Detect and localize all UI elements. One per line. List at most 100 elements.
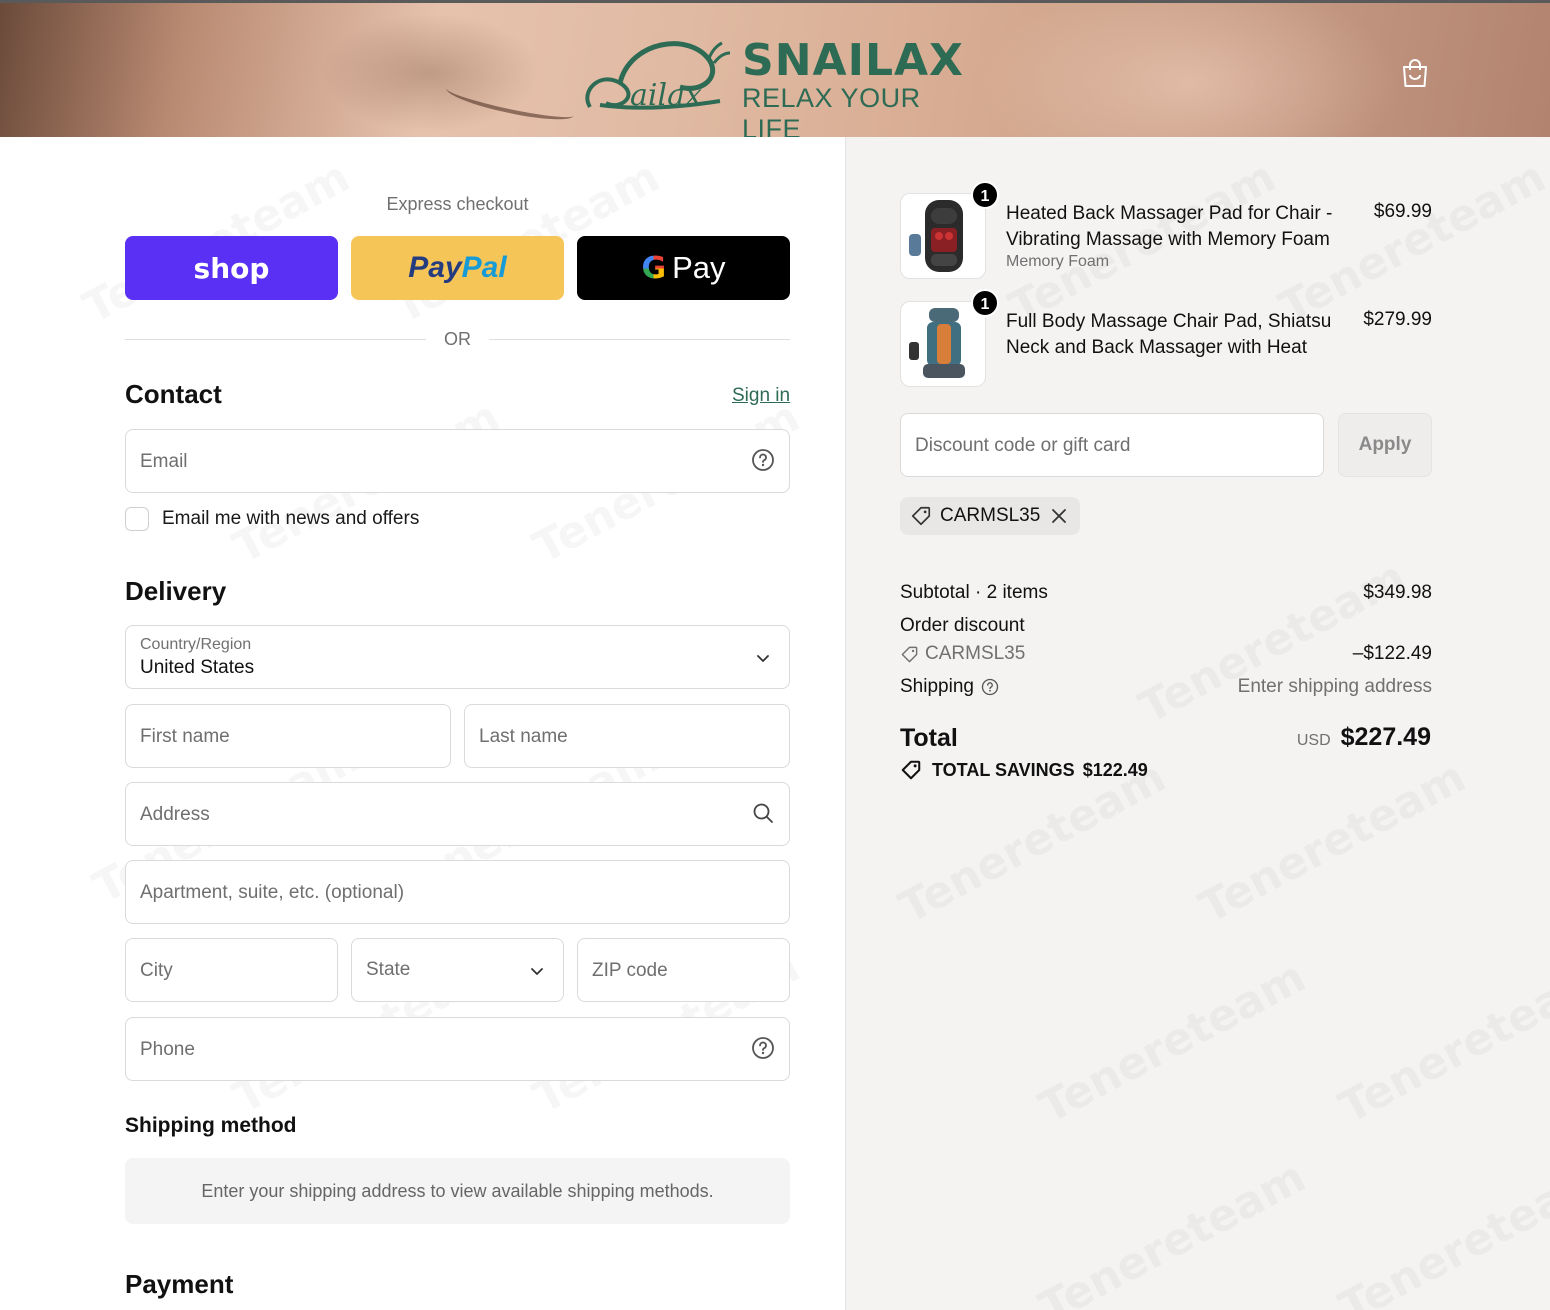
total-label: Total <box>900 724 958 752</box>
shipping-method-message: Enter your shipping address to view avai… <box>125 1158 790 1224</box>
newsletter-option[interactable]: Email me with news and offers <box>125 507 419 531</box>
order-discount-label: Order discount <box>900 615 1025 636</box>
zip-field[interactable]: ZIP code <box>577 938 790 1002</box>
header-banner: ailax SNAILAX RELAX YOUR LIFE <box>0 0 1550 137</box>
applied-discount-chip: CARMSL35 <box>900 497 1081 535</box>
shipping-label: Shipping <box>900 676 974 697</box>
cart-item: 1 Heated Back Massager Pad for Chair - V… <box>900 181 1432 279</box>
watermark: Tenereteam <box>1331 951 1550 1134</box>
product-variant: Memory Foam <box>1006 253 1110 270</box>
divider-line <box>125 338 426 340</box>
apply-discount-button[interactable]: Apply <box>1338 413 1432 477</box>
tag-icon <box>901 760 921 780</box>
massage-chair-pad-image <box>909 308 965 378</box>
discount-placeholder: Discount code or gift card <box>915 435 1131 456</box>
divider-line <box>489 338 790 340</box>
help-icon[interactable] <box>751 1036 775 1060</box>
or-label: OR <box>444 328 471 349</box>
order-discount-code-text: CARMSL35 <box>925 643 1026 664</box>
product-title-line: Vibrating Massage with Memory Foam <box>1006 229 1330 250</box>
order-summary: Tenereteam Tenereteam Tenereteam Teneret… <box>845 137 1550 1310</box>
contact-heading: Contact <box>125 379 222 409</box>
product-title-line: Neck and Back Massager with Heat <box>1006 337 1307 358</box>
apartment-field[interactable]: Apartment, suite, etc. (optional) <box>125 860 790 924</box>
delivery-heading: Delivery <box>125 576 227 606</box>
order-discount-row: Order discount <box>900 615 1432 637</box>
last-name-placeholder: Last name <box>479 726 568 747</box>
subtotal-value: $349.98 <box>1363 582 1432 603</box>
savings-value: $122.49 <box>1082 759 1148 780</box>
currency-code: USD <box>1296 732 1331 749</box>
discount-code-input[interactable]: Discount code or gift card <box>900 413 1324 477</box>
subtotal-row: Subtotal · 2 items $349.98 <box>900 582 1432 604</box>
shop-pay-label: shop <box>193 251 270 285</box>
close-icon[interactable] <box>1050 507 1068 525</box>
apartment-placeholder: Apartment, suite, etc. (optional) <box>140 882 405 903</box>
product-price: $69.99 <box>1373 201 1432 222</box>
shop-pay-button[interactable]: shop <box>125 236 338 300</box>
total-value-group: USD $227.49 <box>1297 723 1431 752</box>
address-field[interactable]: Address <box>125 782 790 846</box>
brand-tagline: RELAX YOUR LIFE <box>742 83 921 137</box>
back-massager-image <box>909 200 963 272</box>
product-thumbnail: 1 <box>900 181 999 279</box>
phone-placeholder: Phone <box>140 1039 195 1060</box>
email-field[interactable]: Email <box>125 429 790 493</box>
shopping-bag-icon[interactable] <box>1400 57 1430 89</box>
snail-logo-icon: ailax <box>585 41 731 113</box>
shipping-row: Shipping Enter shipping address <box>900 676 1432 698</box>
quantity-badge: 1 <box>971 289 999 317</box>
newsletter-label: Email me with news and offers <box>162 508 420 529</box>
brand-logo[interactable]: ailax SNAILAX RELAX YOUR LIFE <box>580 31 980 137</box>
address-placeholder: Address <box>140 804 210 825</box>
savings-label: TOTAL SAVINGS <box>932 759 1075 780</box>
tag-icon <box>901 646 918 662</box>
total-value: $227.49 <box>1340 723 1431 751</box>
shipping-label-group: Shipping <box>900 676 999 698</box>
state-placeholder: State <box>366 959 411 980</box>
chevron-down-icon <box>531 968 543 975</box>
shipping-method-heading: Shipping method <box>125 1114 297 1137</box>
checkout-form: Tenereteam Tenereteam Tenereteam Teneret… <box>0 137 845 1310</box>
sign-in-link[interactable]: Sign in <box>732 385 790 407</box>
product-title: Heated Back Massager Pad for Chair - Vib… <box>1006 201 1346 253</box>
country-value: United States <box>140 657 255 678</box>
newsletter-checkbox[interactable] <box>125 507 149 531</box>
country-select[interactable]: Country/Region United States <box>125 625 790 689</box>
help-icon[interactable] <box>981 678 999 696</box>
help-icon[interactable] <box>751 448 775 472</box>
city-placeholder: City <box>140 960 173 981</box>
payment-heading: Payment <box>125 1269 234 1299</box>
watermark: Tenereteam <box>1331 1151 1550 1310</box>
tag-icon <box>911 506 931 526</box>
paypal-label-part1: Pay <box>408 251 462 284</box>
chevron-down-icon <box>757 655 769 662</box>
phone-field[interactable]: Phone <box>125 1017 790 1081</box>
last-name-field[interactable]: Last name <box>464 704 790 768</box>
or-divider: OR <box>125 328 790 350</box>
state-select[interactable]: State <box>351 938 564 1002</box>
express-checkout-label: Express checkout <box>386 194 529 214</box>
email-placeholder: Email <box>140 451 188 472</box>
shipping-value: Enter shipping address <box>1237 676 1432 697</box>
google-pay-button[interactable]: G Pay <box>577 236 790 300</box>
order-discount-code-row: CARMSL35 –$122.49 <box>900 643 1432 670</box>
google-pay-label: Pay <box>672 250 726 285</box>
watermark: Tenereteam <box>1031 951 1314 1134</box>
watermark: Tenereteam <box>1031 1151 1314 1310</box>
brand-name: SNAILAX <box>742 35 964 86</box>
svg-text:ailax: ailax <box>630 78 702 113</box>
total-savings: TOTAL SAVINGS $122.49 <box>900 759 1148 781</box>
product-title-line: Full Body Massage Chair Pad, Shiatsu <box>1006 311 1332 332</box>
search-icon <box>753 803 773 823</box>
google-g-icon: G <box>641 250 667 286</box>
product-title: Full Body Massage Chair Pad, Shiatsu Nec… <box>1006 309 1346 361</box>
first-name-field[interactable]: First name <box>125 704 451 768</box>
cart-item: 1 Full Body Massage Chair Pad, Shiatsu N… <box>900 289 1432 387</box>
applied-code: CARMSL35 <box>940 505 1041 526</box>
city-field[interactable]: City <box>125 938 338 1002</box>
banner-shade <box>320 13 540 133</box>
paypal-button[interactable]: Pay Pal <box>351 236 564 300</box>
product-price: $279.99 <box>1363 309 1432 330</box>
banner-highlight <box>980 3 1400 137</box>
